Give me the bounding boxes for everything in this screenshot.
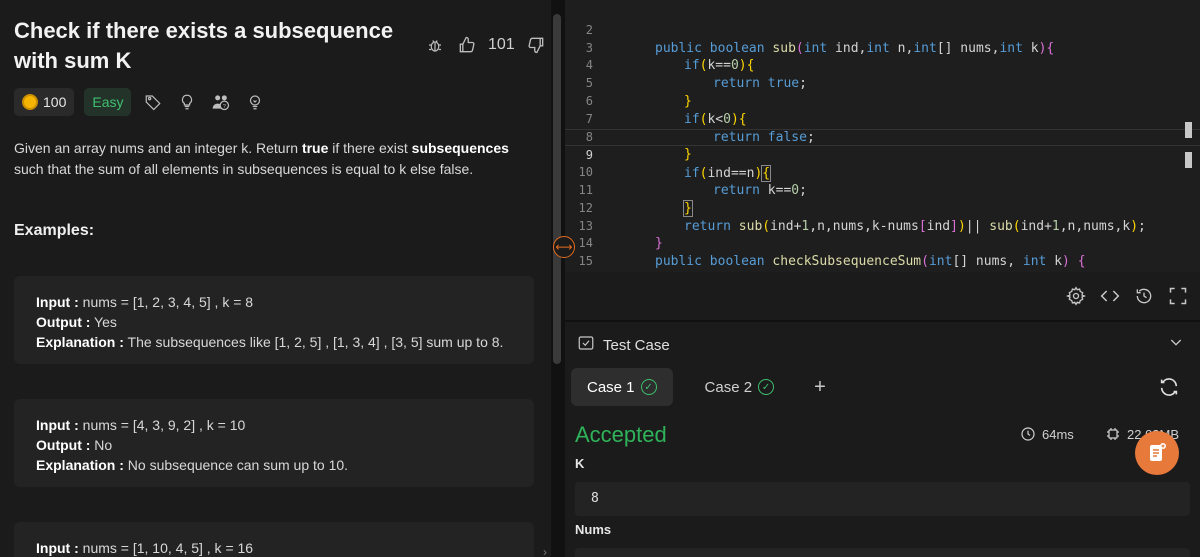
examples-heading: Examples: (14, 222, 95, 239)
test-case-panel: Test Case Case 1 ✓ Case 2 ✓ + Accepted 6… (565, 320, 1200, 557)
code-brackets-icon[interactable] (1100, 286, 1120, 306)
chevron-down-icon[interactable] (1168, 334, 1184, 355)
code-line: 16 return sub(0,nums.length,nums,k); (565, 253, 1200, 273)
code-line-active: 9 if(ind==n){ (565, 128, 1200, 183)
code-line: 8 } (565, 111, 1200, 163)
code-line: 3 if(k==0){ (565, 22, 1200, 74)
coin-badge: 100 (14, 88, 75, 116)
input-value: nums = [1, 2, 3, 4, 5] , k = 8 (78, 294, 254, 310)
var-value-nums (575, 548, 1190, 557)
example-card: Input : nums = [4, 3, 9, 2] , k = 10 Out… (14, 399, 534, 487)
chevron-right-icon[interactable]: › (543, 545, 547, 557)
explanation-value: The subsequences like [1, 2, 5] , [1, 3,… (123, 334, 504, 350)
code-scrollbar-marker (1185, 152, 1192, 168)
explanation-label: Explanation : (36, 334, 124, 350)
example-explanation: Explanation : No subsequence can sum up … (36, 455, 512, 475)
checkbox-square-icon (577, 334, 595, 356)
tab-label: Case 1 (587, 378, 635, 396)
check-circle-icon: ✓ (640, 379, 657, 395)
input-value: nums = [1, 10, 4, 5] , k = 16 (78, 540, 254, 556)
code-line: 15 //your code goes here (565, 235, 1200, 272)
refresh-icon[interactable] (1158, 376, 1180, 403)
output-value: No (90, 437, 113, 453)
desc-bold-2: subsequences (411, 140, 509, 156)
code-line: 7 return false; (565, 93, 1200, 145)
desc-text-1: Given an array nums and an integer k. Re… (14, 140, 302, 156)
bug-report-icon[interactable] (424, 34, 446, 56)
code-line: 5 } (565, 57, 1200, 109)
hint-icon[interactable] (175, 90, 199, 114)
tab-case-2[interactable]: Case 2 ✓ (689, 368, 791, 406)
problem-scrollbar[interactable] (553, 14, 561, 364)
explanation-label: Explanation : (36, 457, 124, 473)
test-case-tabs: Case 1 ✓ Case 2 ✓ + (571, 368, 834, 406)
problem-meta: 100 Easy ? (14, 88, 267, 116)
like-count: 101 (488, 36, 515, 53)
example-output: Output : Yes (36, 312, 512, 332)
app-root: Check if there exists a subsequence with… (0, 0, 1200, 557)
history-reset-icon[interactable] (1134, 286, 1154, 306)
test-case-header[interactable]: Test Case (577, 334, 670, 356)
resize-handle-icon[interactable]: ⟷ (553, 236, 575, 258)
chip-icon (1107, 428, 1119, 440)
code-line: 12 return sub(ind+1,n,nums,k-nums[ind])|… (565, 182, 1200, 234)
input-label: Input : (36, 540, 79, 556)
code-line: 10 return k==0; (565, 146, 1200, 198)
desc-text-2: if there exist (328, 140, 412, 156)
tab-label: Case 2 (704, 378, 753, 396)
var-label-nums: Nums (575, 522, 612, 537)
test-case-title: Test Case (603, 336, 670, 354)
code-line: 2 public boolean sub(int ind,int n,int[]… (565, 4, 1200, 56)
code-line: 4 return true; (565, 40, 1200, 91)
check-circle-icon: ✓ (758, 379, 775, 395)
problem-panel: Check if there exists a subsequence with… (0, 0, 551, 557)
runtime-stat: 64ms (1020, 426, 1074, 442)
tag-icon[interactable] (141, 90, 165, 114)
problem-description: Given an array nums and an integer k. Re… (14, 138, 534, 180)
clock-icon (1021, 427, 1035, 441)
explanation-value: No subsequence can sum up to 10. (123, 457, 349, 473)
example-input: Input : nums = [1, 2, 3, 4, 5] , k = 8 (36, 292, 512, 312)
settings-gear-icon[interactable] (1066, 286, 1086, 306)
code-line: 14 public boolean checkSubsequenceSum(in… (565, 218, 1200, 269)
editor-tools (1066, 286, 1188, 306)
example-card: Input : nums = [1, 10, 4, 5] , k = 16 (14, 522, 534, 557)
input-value: nums = [4, 3, 9, 2] , k = 10 (78, 417, 246, 433)
code-line: 13 } (565, 200, 1200, 252)
editor-toolbar (565, 272, 1200, 320)
add-case-button[interactable]: + (806, 376, 834, 399)
var-value-k: 8 (575, 482, 1190, 516)
var-label-k: K (575, 456, 585, 471)
idea-icon[interactable] (243, 90, 267, 114)
feedback-fab-icon[interactable] (1135, 431, 1179, 475)
fullscreen-icon[interactable] (1168, 286, 1188, 306)
difficulty-badge: Easy (84, 88, 132, 116)
example-input: Input : nums = [4, 3, 9, 2] , k = 10 (36, 415, 512, 435)
desc-bold-1: true (301, 140, 329, 156)
output-value: Yes (90, 314, 117, 330)
runtime-value: 64ms (1042, 426, 1074, 442)
example-card: Input : nums = [1, 2, 3, 4, 5] , k = 8 O… (14, 276, 534, 364)
code-scrollbar-thumb[interactable] (1185, 122, 1192, 138)
example-explanation: Explanation : The subsequences like [1, … (36, 332, 512, 352)
code-line: 11 } (565, 164, 1200, 217)
example-output: Output : No (36, 435, 512, 455)
result-status: Accepted (575, 422, 667, 447)
code-line: 6 if(k<0){ (565, 75, 1200, 127)
discuss-icon[interactable]: ? (209, 90, 233, 114)
input-label: Input : (36, 417, 79, 433)
problem-title: Check if there exists a subsequence with… (14, 18, 394, 73)
tab-case-1[interactable]: Case 1 ✓ (571, 368, 673, 406)
desc-text-3: such that the sum of all elements in sub… (14, 161, 474, 177)
thumbs-up-icon[interactable] (456, 34, 478, 56)
title-actions: 101 (424, 34, 547, 56)
code-editor[interactable]: 2 public boolean sub(int ind,int n,int[]… (565, 0, 1200, 272)
thumbs-down-icon[interactable] (525, 34, 547, 56)
input-label: Input : (36, 294, 79, 310)
output-label: Output : (36, 437, 91, 453)
output-label: Output : (36, 314, 91, 330)
coin-value: 100 (43, 94, 67, 110)
example-input: Input : nums = [1, 10, 4, 5] , k = 16 (36, 538, 512, 557)
coin-icon (22, 94, 38, 110)
